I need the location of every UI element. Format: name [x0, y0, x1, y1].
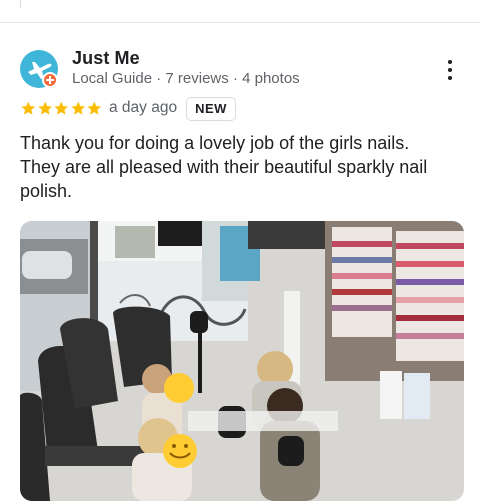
- review-photo[interactable]: [20, 221, 464, 501]
- top-divider: [0, 0, 480, 23]
- meta-separator: ·: [156, 70, 162, 87]
- author-meta: Local Guide · 7 reviews · 4 photos: [72, 70, 300, 87]
- star-icon: [54, 101, 69, 115]
- review-text: Thank you for doing a lovely job of the …: [20, 133, 428, 201]
- divider-tick: [20, 0, 21, 8]
- new-badge: NEW: [186, 97, 236, 121]
- review-count: 7 reviews: [165, 70, 229, 87]
- star-icon: [70, 101, 85, 115]
- more-vert-icon[interactable]: [438, 58, 462, 82]
- local-guide-label: Local Guide: [72, 70, 153, 87]
- star-icon: [37, 101, 52, 115]
- star-icon: [21, 101, 36, 115]
- nail-salon-photo: [20, 221, 464, 501]
- author-name[interactable]: Just Me: [72, 48, 140, 69]
- review-age: a day ago: [109, 99, 178, 116]
- photo-count: 4 photos: [242, 70, 300, 87]
- local-guide-badge-icon: [42, 72, 58, 88]
- star-icon: [87, 101, 102, 115]
- star-rating: [20, 100, 103, 118]
- meta-separator: ·: [232, 70, 238, 87]
